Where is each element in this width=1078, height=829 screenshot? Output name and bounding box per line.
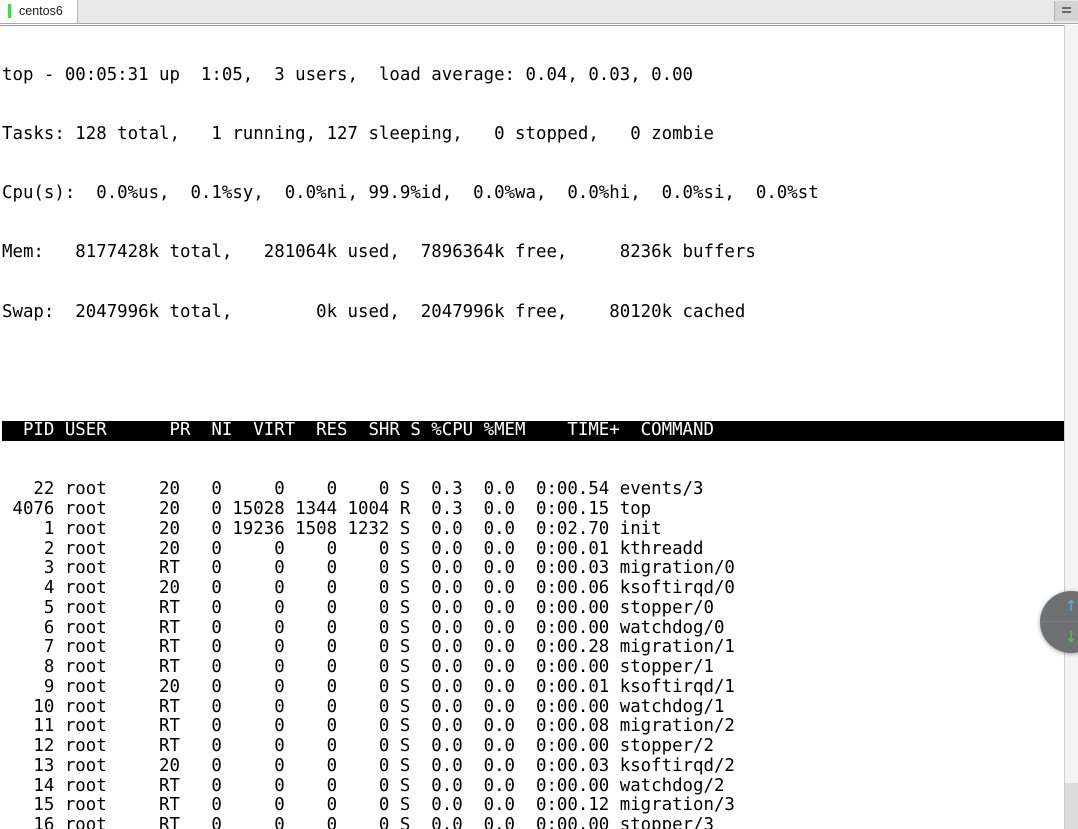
process-row: 14 root RT 0 0 0 0 S 0.0 0.0 0:00.00 wat… [2, 775, 725, 796]
mem-summary-line: Mem: 8177428k total, 281064k used, 78963… [2, 242, 756, 263]
process-row: 7 root RT 0 0 0 0 S 0.0 0.0 0:00.28 migr… [2, 637, 735, 658]
process-row: 5 root RT 0 0 0 0 S 0.0 0.0 0:00.00 stop… [2, 597, 714, 618]
tasks-summary-line: Tasks: 128 total, 1 running, 127 sleepin… [2, 123, 714, 144]
top-summary-line: top - 00:05:31 up 1:05, 3 users, load av… [2, 64, 694, 85]
arrow-up-icon: ↑ [1064, 596, 1078, 615]
cpu-summary-line: Cpu(s): 0.0%us, 0.1%sy, 0.0%ni, 99.9%id,… [2, 183, 819, 203]
process-table-header: PID USER PR NI VIRT RES SHR S %CPU %MEM … [2, 420, 1064, 441]
tab-label: centos6 [19, 3, 63, 18]
terminal-output[interactable]: top - 00:05:31 up 1:05, 3 users, load av… [0, 25, 1064, 829]
vertical-scrollbar[interactable] [1064, 25, 1078, 829]
process-row: 9 root 20 0 0 0 0 S 0.0 0.0 0:00.01 ksof… [2, 676, 735, 697]
arrow-down-icon: ↓ [1064, 628, 1078, 646]
process-row: 16 root RT 0 0 0 0 S 0.0 0.0 0:00.00 sto… [2, 815, 714, 829]
terminal-window: centos6 top - 00:05:31 up 1:05, 3 users,… [0, 0, 1078, 829]
process-row: 12 root RT 0 0 0 0 S 0.0 0.0 0:00.00 sto… [2, 736, 714, 756]
scrollbar-track-end[interactable] [1065, 783, 1078, 829]
process-row: 4076 root 20 0 15028 1344 1004 R 0.3 0.0… [2, 499, 652, 519]
tab-status-indicator-icon [8, 4, 11, 18]
process-row: 3 root RT 0 0 0 0 S 0.0 0.0 0:00.03 migr… [2, 558, 735, 579]
process-table-header-row: PID USER PR NI VIRT RES SHR S %CPU %MEM … [2, 420, 1064, 441]
scrollbar-thumb[interactable] [1065, 25, 1078, 785]
process-row: 22 root 20 0 0 0 0 S 0.3 0.0 0:00.54 eve… [2, 479, 704, 500]
tab-centos6[interactable]: centos6 [0, 0, 78, 23]
process-row: 6 root RT 0 0 0 0 S 0.0 0.0 0:00.00 watc… [2, 617, 725, 638]
process-row: 10 root RT 0 0 0 0 S 0.0 0.0 0:00.00 wat… [2, 696, 725, 717]
hamburger-icon[interactable] [1054, 1, 1078, 21]
process-row: 1 root 20 0 19236 1508 1232 S 0.0 0.0 0:… [2, 518, 662, 539]
tab-bar-empty-area [77, 0, 1054, 23]
process-row: 13 root 20 0 0 0 0 S 0.0 0.0 0:00.03 kso… [2, 755, 735, 776]
process-row: 11 root RT 0 0 0 0 S 0.0 0.0 0:00.08 mig… [2, 716, 735, 737]
tab-bar: centos6 [0, 0, 1078, 24]
process-table-body: 22 root 20 0 0 0 0 S 0.3 0.0 0:00.54 eve… [2, 479, 1064, 829]
process-row: 8 root RT 0 0 0 0 S 0.0 0.0 0:00.00 stop… [2, 657, 714, 677]
process-row: 4 root 20 0 0 0 0 S 0.0 0.0 0:00.06 ksof… [2, 578, 735, 598]
process-row: 15 root RT 0 0 0 0 S 0.0 0.0 0:00.12 mig… [2, 795, 735, 816]
process-row: 2 root 20 0 0 0 0 S 0.0 0.0 0:00.01 kthr… [2, 538, 704, 559]
swap-summary-line: Swap: 2047996k total, 0k used, 2047996k … [2, 301, 746, 322]
